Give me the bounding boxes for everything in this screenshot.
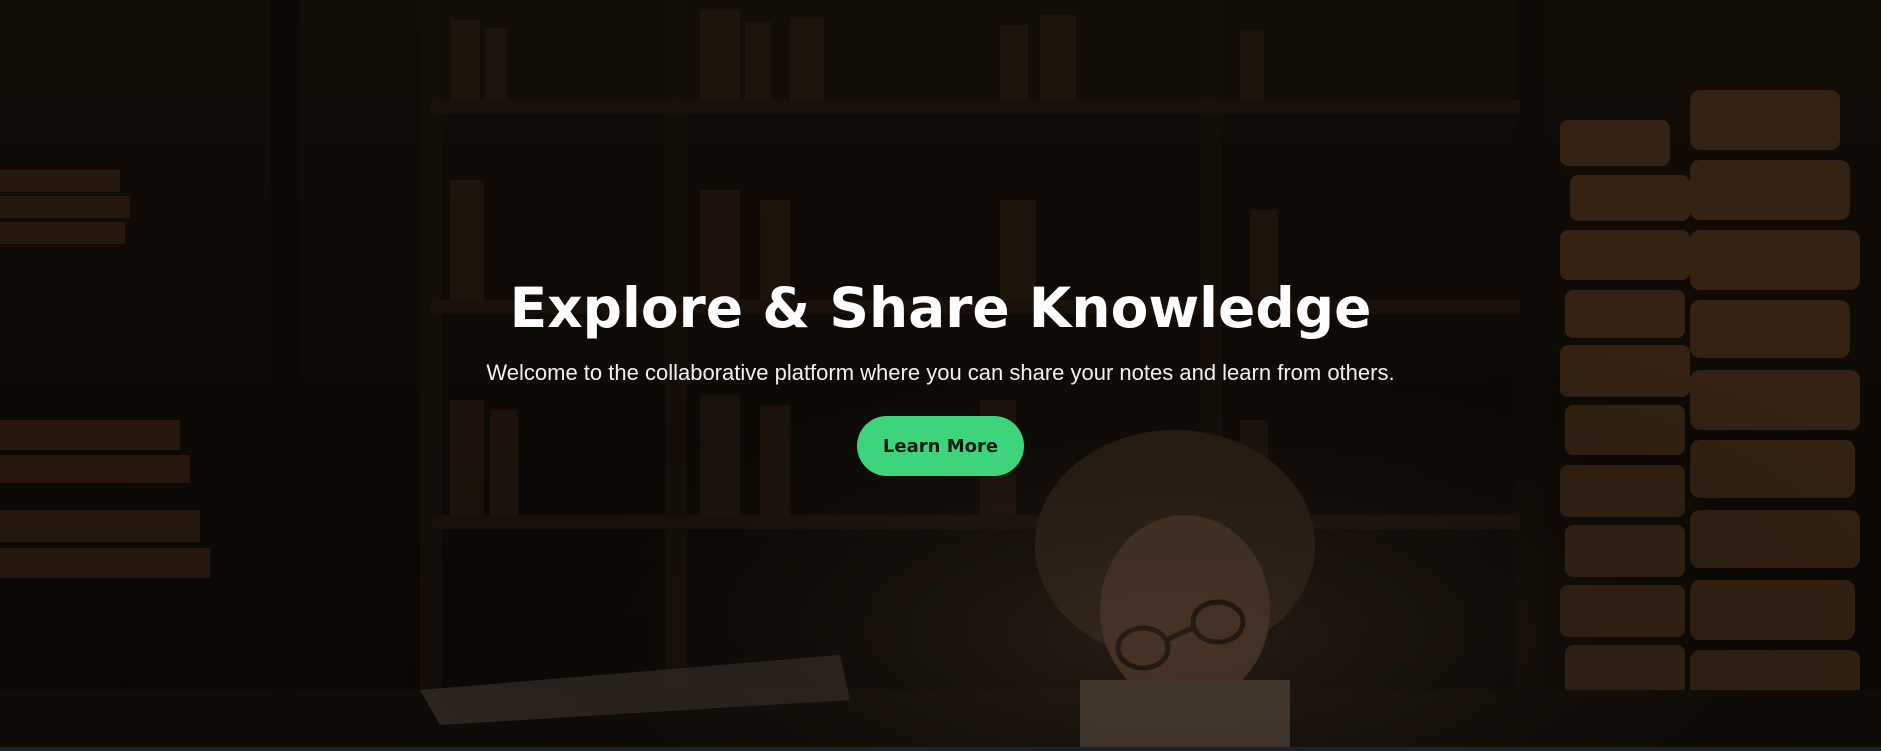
learn-more-button[interactable]: Learn More <box>857 416 1024 476</box>
hero-section: Explore & Share Knowledge Welcome to the… <box>0 0 1881 747</box>
hero-subtitle: Welcome to the collaborative platform wh… <box>486 360 1395 385</box>
hero-content: Explore & Share Knowledge Welcome to the… <box>0 270 1881 476</box>
page-bottom-edge <box>0 747 1881 751</box>
hero-title: Explore & Share Knowledge <box>509 276 1372 340</box>
